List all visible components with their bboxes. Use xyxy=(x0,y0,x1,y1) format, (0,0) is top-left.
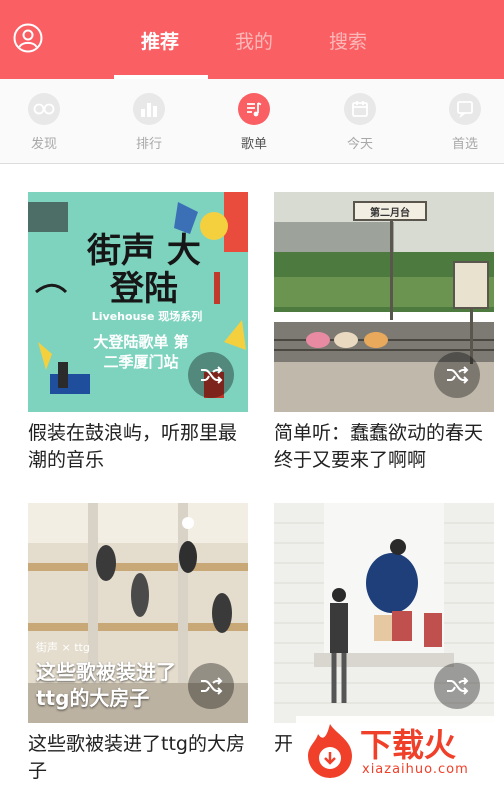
subnav-discover[interactable]: 发现 xyxy=(14,93,74,152)
user-avatar-icon[interactable] xyxy=(13,23,43,53)
chat-bubble-icon xyxy=(449,93,481,125)
watermark-url: xiazaihuo.com xyxy=(362,762,469,777)
subnav-preferred[interactable]: 首选 xyxy=(435,93,495,152)
subnav-label: 歌单 xyxy=(240,137,267,152)
tab-recommend[interactable]: 推荐 xyxy=(141,27,179,54)
subnav-playlist[interactable]: 歌单 xyxy=(224,93,284,152)
glasses-icon xyxy=(28,93,60,125)
cover-caption: 大登陆歌单 第二季厦门站 xyxy=(93,333,189,371)
brand-label: 街声 × ttg xyxy=(36,641,90,654)
top-bar: 推荐 我的 搜索 xyxy=(0,0,504,79)
subnav-label: 排行 xyxy=(135,137,162,152)
watermark-text: 下载火 xyxy=(360,726,457,764)
station-sign-text: 第二月台 xyxy=(370,208,410,219)
shuffle-icon xyxy=(447,366,469,384)
bar-chart-icon xyxy=(133,93,165,125)
shuffle-play-button[interactable] xyxy=(434,663,480,709)
shuffle-icon xyxy=(447,677,469,695)
tab-mine[interactable]: 我的 xyxy=(235,27,273,54)
subnav-label: 发现 xyxy=(30,137,57,152)
watermark: 下载火 xiazaihuo.com xyxy=(296,716,504,784)
subnav-today[interactable]: 今天 xyxy=(330,93,390,152)
playlist-cover[interactable]: 街声 × ttg 这些歌被装进了 ttg的大房子 xyxy=(28,503,248,723)
playlist-cover[interactable] xyxy=(274,503,494,723)
playlist-title[interactable]: 这些歌被装进了ttg的大房子 xyxy=(28,731,250,785)
category-nav: 发现 排行 歌单 今天 首选 xyxy=(0,79,504,164)
shuffle-play-button[interactable] xyxy=(188,663,234,709)
playlist-title[interactable]: 假装在鼓浪屿，听那里最潮的音乐 xyxy=(28,420,250,474)
shuffle-play-button[interactable] xyxy=(434,352,480,398)
subnav-label: 首选 xyxy=(451,137,478,152)
shuffle-icon xyxy=(201,677,223,695)
music-list-icon xyxy=(238,93,270,125)
playlist-cover[interactable]: 街声 大登陆 Livehouse 现场系列 大登陆歌单 第二季厦门站 xyxy=(28,192,248,412)
cover-headline: 街声 大登陆 xyxy=(87,231,201,309)
flame-logo-icon xyxy=(304,722,356,782)
tab-search[interactable]: 搜索 xyxy=(329,27,367,54)
subnav-ranking[interactable]: 排行 xyxy=(119,93,179,152)
cover-subtitle: Livehouse 现场系列 xyxy=(91,310,203,323)
playlist-cover[interactable]: 第二月台 xyxy=(274,192,494,412)
subnav-label: 今天 xyxy=(346,137,373,152)
playlist-title[interactable]: 简单听：蠢蠢欲动的春天终于又要来了啊啊 xyxy=(274,420,496,474)
calendar-icon xyxy=(344,93,376,125)
shuffle-play-button[interactable] xyxy=(188,352,234,398)
shuffle-icon xyxy=(201,366,223,384)
